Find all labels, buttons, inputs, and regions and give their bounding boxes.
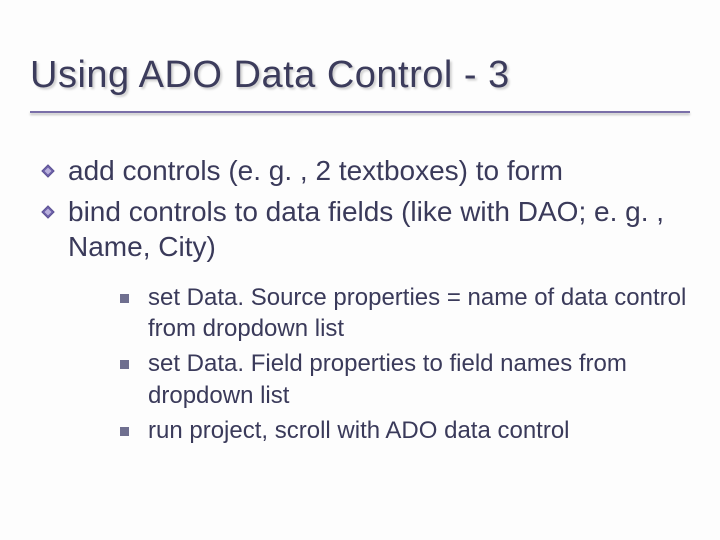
bullet-text: set Data. Field properties to field name… [148, 350, 627, 408]
diamond-bullet-icon [40, 163, 56, 179]
slide-body: add controls (e. g. , 2 textboxes) to fo… [30, 153, 690, 446]
bullet-text: add controls (e. g. , 2 textboxes) to fo… [68, 155, 563, 186]
list-item: run project, scroll with ADO data contro… [120, 415, 690, 446]
slide: Using ADO Data Control - 3 add controls … [0, 0, 720, 540]
square-bullet-icon [120, 294, 129, 303]
list-item: bind controls to data fields (like with … [40, 194, 690, 446]
list-item: set Data. Field properties to field name… [120, 348, 690, 410]
diamond-bullet-icon [40, 204, 56, 220]
square-bullet-icon [120, 360, 129, 369]
list-item: add controls (e. g. , 2 textboxes) to fo… [40, 153, 690, 188]
slide-title: Using ADO Data Control - 3 [30, 54, 690, 97]
square-bullet-icon [120, 427, 129, 436]
bullet-text: bind controls to data fields (like with … [68, 196, 664, 262]
bullet-list-level1: add controls (e. g. , 2 textboxes) to fo… [30, 153, 690, 446]
bullet-list-level2: set Data. Source properties = name of da… [68, 282, 690, 446]
list-item: set Data. Source properties = name of da… [120, 282, 690, 344]
title-underline [30, 111, 690, 113]
bullet-text: run project, scroll with ADO data contro… [148, 417, 570, 444]
bullet-text: set Data. Source properties = name of da… [148, 284, 686, 342]
